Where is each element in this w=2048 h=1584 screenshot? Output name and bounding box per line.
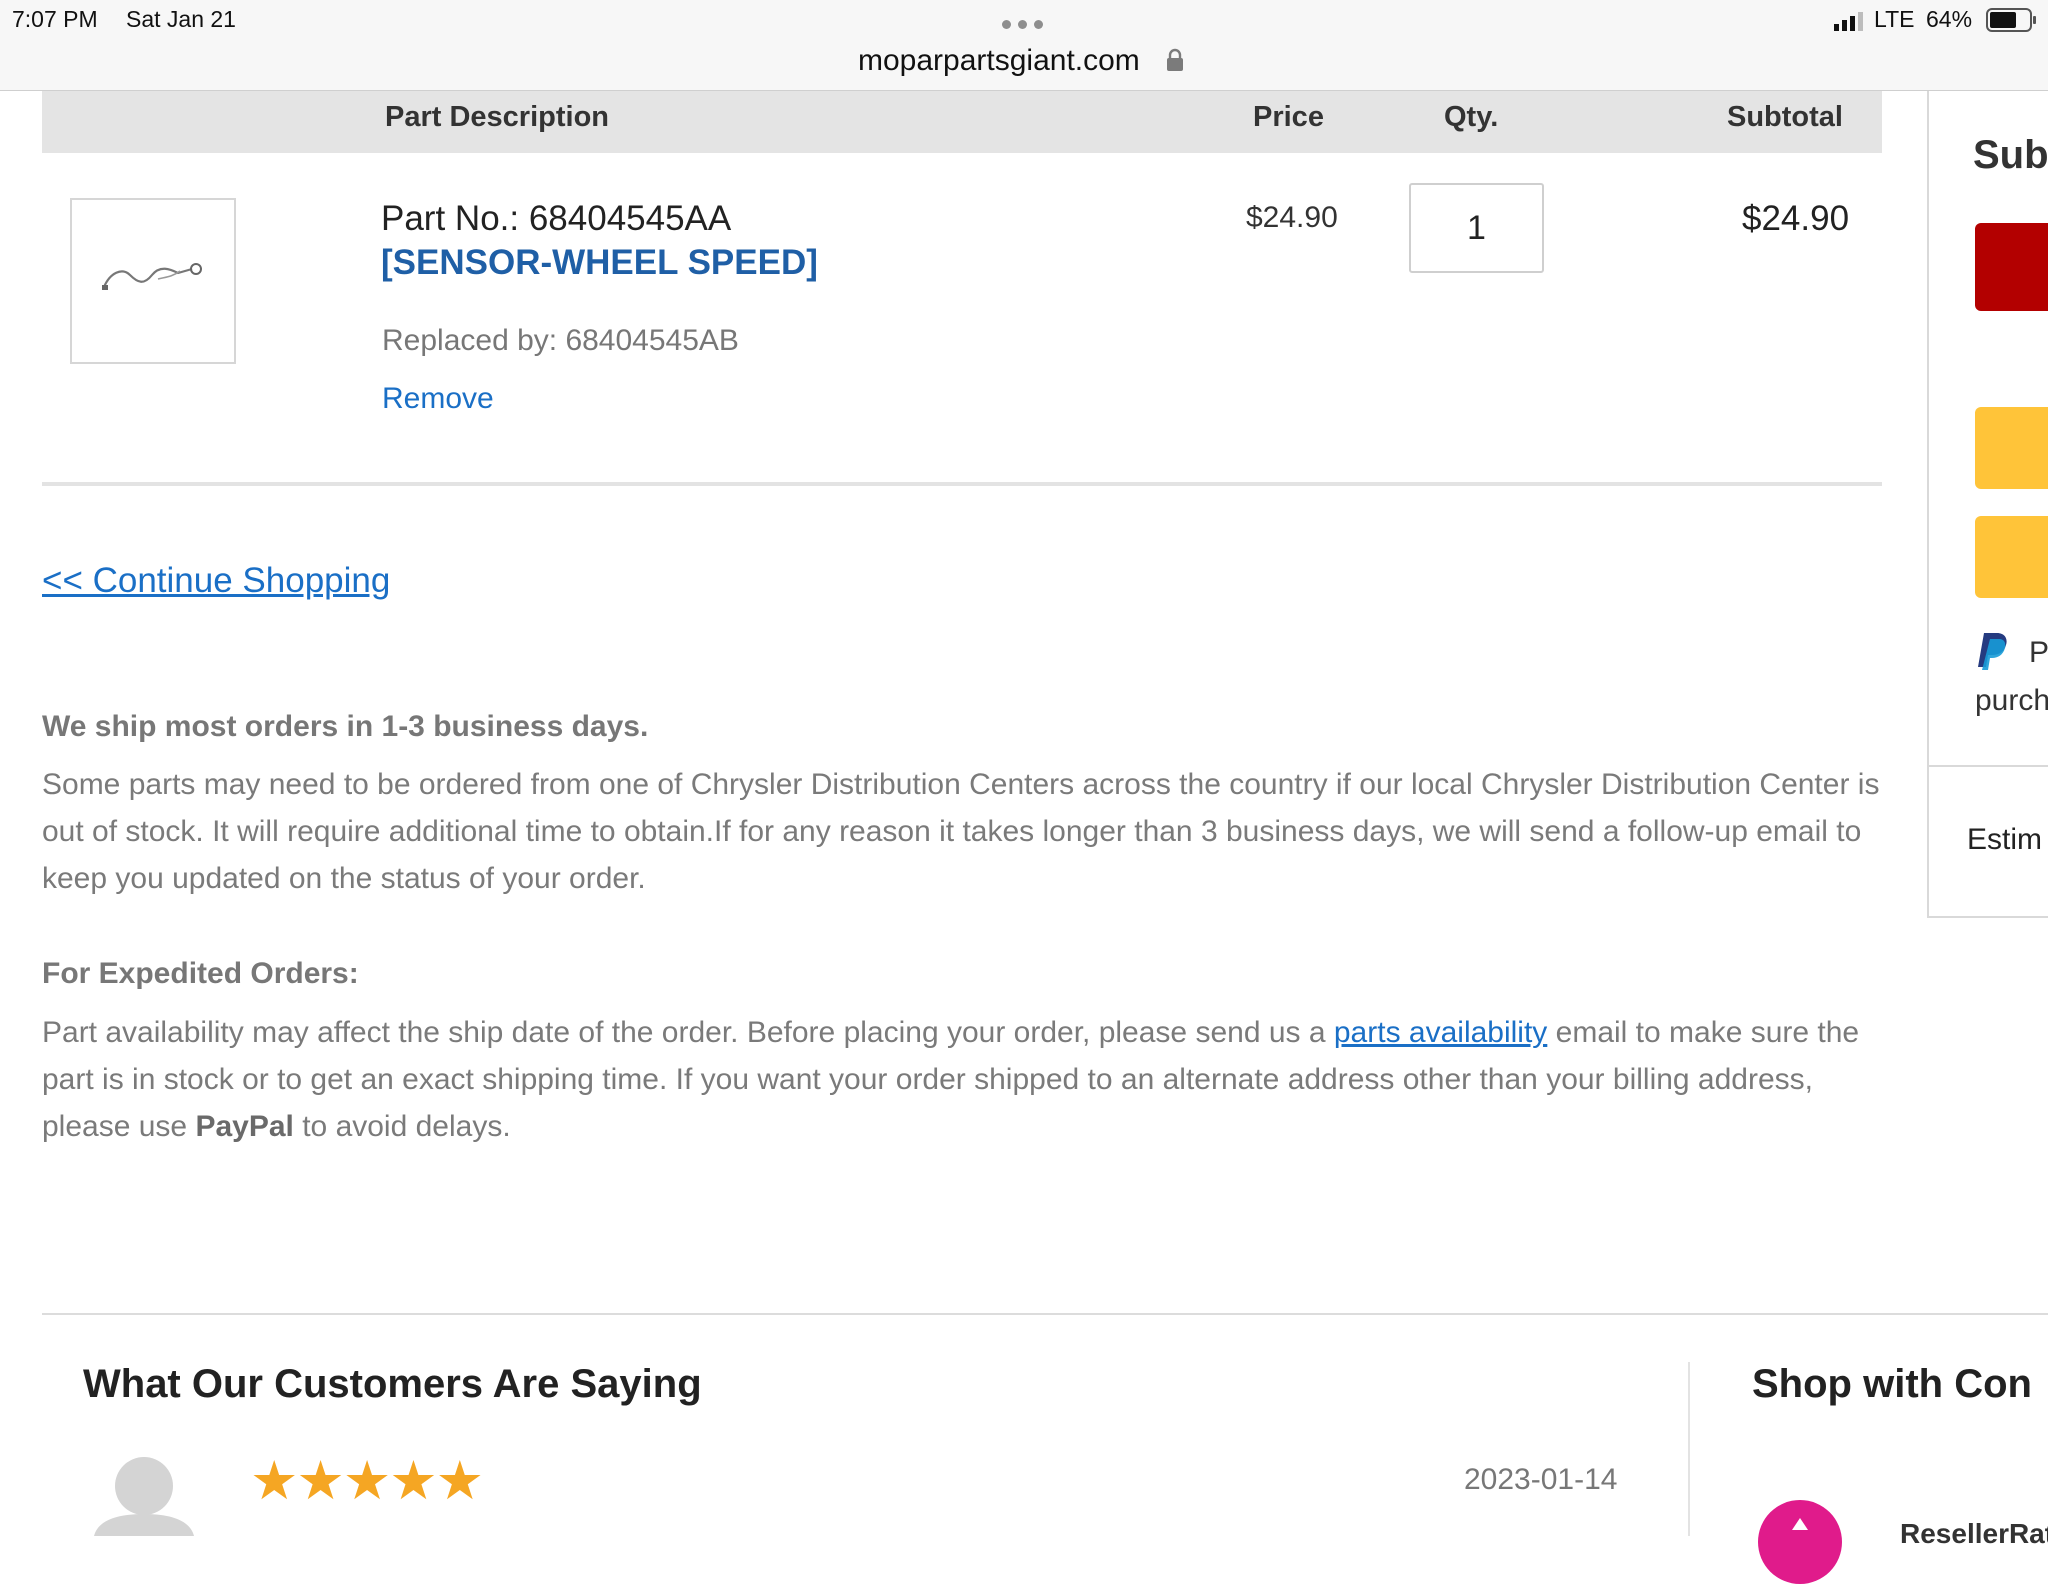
reviews-heading: What Our Customers Are Saying [83,1362,702,1406]
review-date: 2023-01-14 [1464,1463,1618,1496]
reseller-ratings-label: ResellerRat [1900,1518,2048,1549]
part-thumbnail[interactable] [70,198,236,364]
paypal-checkout-button[interactable] [1975,407,2048,489]
parts-availability-link[interactable]: parts availability [1334,1016,1547,1049]
sensor-cable-image [102,263,202,290]
browser-top-bar: 7:07 PM Sat Jan 21 moparpartsgiant.com L… [0,0,2048,91]
header-qty: Qty. [1444,101,1499,133]
paypal-text: P [2029,636,2048,669]
expedited-text-start: Part availability may affect the ship da… [42,1016,1334,1049]
continue-shopping-link[interactable]: << Continue Shopping [42,561,390,601]
footer-divider [42,1313,2048,1315]
shop-with-heading: Shop with Con [1752,1362,2032,1406]
status-date: Sat Jan 21 [126,6,236,32]
shipping-heading: We ship most orders in 1-3 business days… [42,710,649,743]
order-summary-panel: Sub P purch Estim [1927,91,2048,918]
remove-link[interactable]: Remove [382,382,494,416]
quantity-input[interactable] [1409,183,1544,273]
header-part-description: Part Description [385,101,609,133]
purchase-text: purch [1975,684,2048,717]
battery-icon [1986,8,2036,32]
expedited-heading: For Expedited Orders: [42,957,359,990]
network-type: LTE [1874,6,1915,32]
item-subtotal: $24.90 [1742,199,1850,238]
more-dots-icon[interactable] [1002,20,1046,30]
paypal-logo-icon [1978,633,2007,670]
paypal-credit-button[interactable] [1975,516,2048,598]
header-price: Price [1253,101,1324,133]
expedited-text: Part availability may affect the ship da… [42,1009,1892,1150]
reviewer-avatar-icon [94,1457,194,1536]
battery-percent: 64% [1926,6,1973,32]
shipping-text: Some parts may need to be ordered from o… [42,768,1880,895]
reseller-ratings-badge-icon[interactable] [1758,1500,1842,1584]
header-subtotal: Subtotal [1727,101,1843,133]
lock-icon [1167,48,1183,71]
signal-icon [1834,12,1863,31]
part-name-link[interactable]: [SENSOR-WHEEL SPEED] [381,243,818,283]
paypal-bold-text: PayPal [195,1110,294,1143]
summary-title: Sub [1973,133,2048,177]
review-stars: ★★★★★ [250,1451,484,1511]
footer-column-divider [1688,1362,1690,1536]
cart-table-header: Part Description Price Qty. Subtotal [42,91,1882,153]
estimate-text[interactable]: Estim [1967,823,2042,857]
expedited-text-end: to avoid delays. [293,1110,511,1143]
item-price: $24.90 [1246,201,1338,234]
part-number: Part No.: 68404545AA [381,199,732,238]
checkout-button[interactable] [1975,223,2048,311]
address-bar-url[interactable]: moparpartsgiant.com [858,44,1140,78]
replaced-by: Replaced by: 68404545AB [382,324,739,357]
row-divider [42,482,1882,486]
panel-divider [1929,765,2048,767]
status-time: 7:07 PM [12,6,98,32]
